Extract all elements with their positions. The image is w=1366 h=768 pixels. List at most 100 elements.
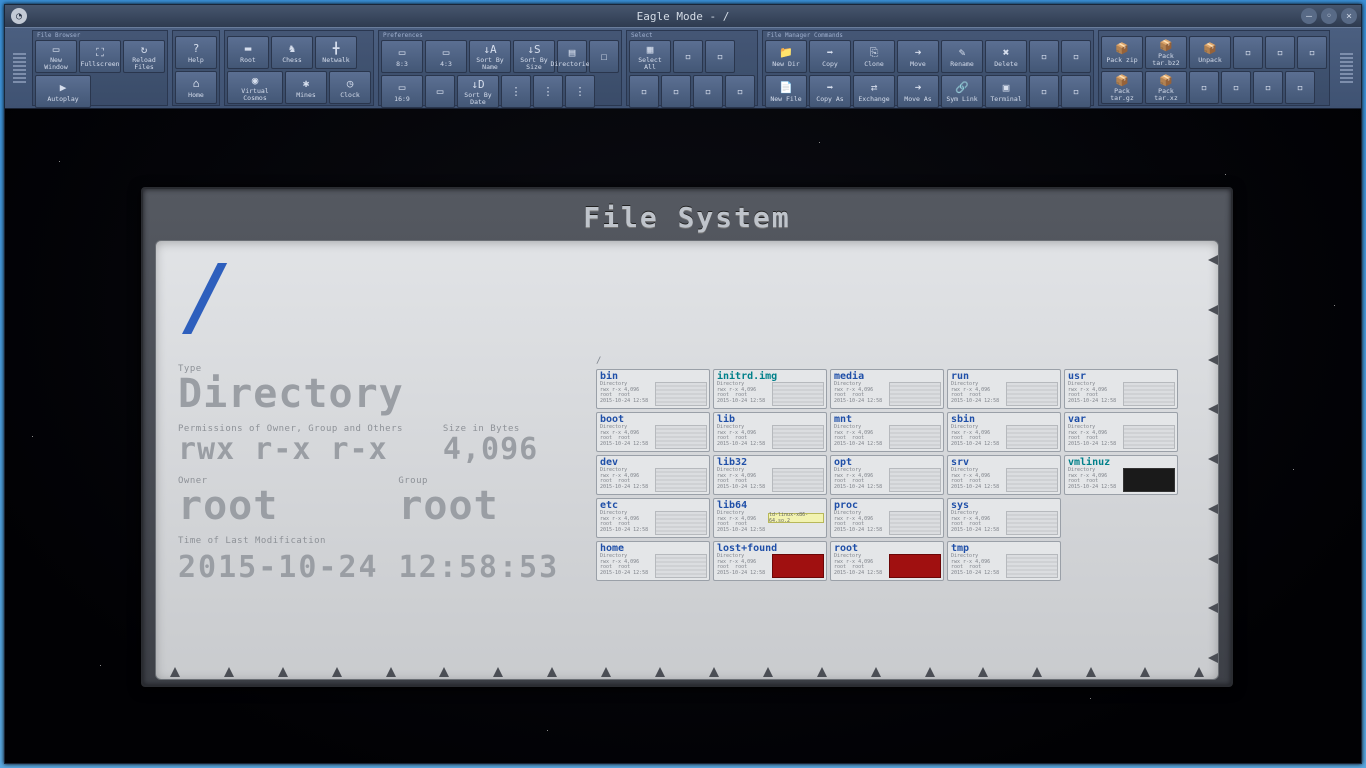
select-ext4-icon: ▫ <box>667 84 685 98</box>
sort-name-button[interactable]: ↓ASort By Name <box>469 40 511 73</box>
cursor-tick-icon <box>1032 240 1042 241</box>
type-value: Directory <box>178 374 573 414</box>
entry-usr[interactable]: usrDirectory rwx r-x 4,096 root root 201… <box>1064 369 1178 409</box>
pack-ext7[interactable]: ▫ <box>1285 71 1315 104</box>
fm-ext4[interactable]: ▫ <box>1061 75 1091 108</box>
entry-opt[interactable]: optDirectory rwx r-x 4,096 root root 201… <box>830 455 944 495</box>
entry-initrd-img[interactable]: initrd.imgDirectory rwx r-x 4,096 root r… <box>713 369 827 409</box>
mines-button[interactable]: ✱Mines <box>285 71 327 104</box>
maximize-button[interactable]: ◦ <box>1321 8 1337 24</box>
entry-sbin[interactable]: sbinDirectory rwx r-x 4,096 root root 20… <box>947 412 1061 452</box>
new-window-button[interactable]: ▭New Window <box>35 40 77 73</box>
entry-root[interactable]: rootDirectory rwx r-x 4,096 root root 20… <box>830 541 944 581</box>
autoplay-button[interactable]: ▶Autoplay <box>35 75 91 108</box>
pref-extra2-button[interactable]: ⋮ <box>533 75 563 108</box>
entry-dev[interactable]: devDirectory rwx r-x 4,096 root root 201… <box>596 455 710 495</box>
ratio-custom-button[interactable]: ▭ <box>425 75 455 108</box>
entry-thumbnail <box>1006 468 1058 492</box>
space-background[interactable]: File System / Type Directory Permissions… <box>5 109 1361 763</box>
toolbar-group: File Manager Commands📁New Dir➡Copy⎘Clone… <box>762 30 1094 106</box>
ratio-83-button[interactable]: ▭8:3 <box>381 40 423 73</box>
close-button[interactable]: × <box>1341 8 1357 24</box>
help-button[interactable]: ?Help <box>175 36 217 69</box>
entry-etc[interactable]: etcDirectory rwx r-x 4,096 root root 201… <box>596 498 710 538</box>
root-button[interactable]: ▬Root <box>227 36 269 69</box>
fullscreen-button[interactable]: ⛶Fullscreen <box>79 40 121 73</box>
select-ext1[interactable]: ▫ <box>673 40 703 73</box>
select-ext4[interactable]: ▫ <box>661 75 691 108</box>
exchange-button[interactable]: ⇄Exchange <box>853 75 895 108</box>
pref-toggle-button[interactable]: ☐ <box>589 40 619 73</box>
moveas-button[interactable]: ➜Move As <box>897 75 939 108</box>
netwalk-button[interactable]: ╋Netwalk <box>315 36 357 69</box>
select-ext3[interactable]: ▫ <box>629 75 659 108</box>
move-button[interactable]: ➜Move <box>897 40 939 73</box>
select-ext2[interactable]: ▫ <box>705 40 735 73</box>
unpack-button[interactable]: 📦Unpack <box>1189 36 1231 69</box>
entry-home[interactable]: homeDirectory rwx r-x 4,096 root root 20… <box>596 541 710 581</box>
copyas-button[interactable]: ➡Copy As <box>809 75 851 108</box>
entry-vmlinuz[interactable]: vmlinuzDirectory rwx r-x 4,096 root root… <box>1064 455 1178 495</box>
pack-ext1[interactable]: ▫ <box>1233 36 1263 69</box>
terminal-button[interactable]: ▣Terminal <box>985 75 1027 108</box>
pack-targz-button[interactable]: 📦Pack tar.gz <box>1101 71 1143 104</box>
newdir-button[interactable]: 📁New Dir <box>765 40 807 73</box>
entry-tmp[interactable]: tmpDirectory rwx r-x 4,096 root root 201… <box>947 541 1061 581</box>
clock-button[interactable]: ◷Clock <box>329 71 371 104</box>
entry-boot[interactable]: bootDirectory rwx r-x 4,096 root root 20… <box>596 412 710 452</box>
pref-extra3-button[interactable]: ⋮ <box>565 75 595 108</box>
entry-var[interactable]: varDirectory rwx r-x 4,096 root root 201… <box>1064 412 1178 452</box>
entry-bin[interactable]: binDirectory rwx r-x 4,096 root root 201… <box>596 369 710 409</box>
panel-inner[interactable]: / Type Directory Permissions of Owner, G… <box>155 240 1219 680</box>
sort-size-button-icon: ↓S <box>525 42 543 56</box>
home-button[interactable]: ⌂Home <box>175 71 217 104</box>
pack-zip-button[interactable]: 📦Pack zip <box>1101 36 1143 69</box>
entry-mnt[interactable]: mntDirectory rwx r-x 4,096 root root 201… <box>830 412 944 452</box>
moveas-button-icon: ➜ <box>909 81 927 95</box>
select-ext5[interactable]: ▫ <box>693 75 723 108</box>
filesystem-panel[interactable]: File System / Type Directory Permissions… <box>141 187 1233 687</box>
entry-lib32[interactable]: lib32Directory rwx r-x 4,096 root root 2… <box>713 455 827 495</box>
pack-ext2[interactable]: ▫ <box>1265 36 1295 69</box>
pack-ext5[interactable]: ▫ <box>1221 71 1251 104</box>
cursor-tick-icon <box>547 240 557 241</box>
entry-media[interactable]: mediaDirectory rwx r-x 4,096 root root 2… <box>830 369 944 409</box>
pack-tarxz-button[interactable]: 📦Pack tar.xz <box>1145 71 1187 104</box>
entry-run[interactable]: runDirectory rwx r-x 4,096 root root 201… <box>947 369 1061 409</box>
dirs-first-button[interactable]: ▤Directories <box>557 40 587 73</box>
pack-ext5-icon: ▫ <box>1227 80 1245 94</box>
fm-ext2[interactable]: ▫ <box>1061 40 1091 73</box>
entry-lib64[interactable]: lib64Directory rwx r-x 4,096 root root 2… <box>713 498 827 538</box>
pack-ext4[interactable]: ▫ <box>1189 71 1219 104</box>
clone-button[interactable]: ⎘Clone <box>853 40 895 73</box>
pref-extra1-button[interactable]: ⋮ <box>501 75 531 108</box>
pack-tarbz2-button[interactable]: 📦Pack tar.bz2 <box>1145 36 1187 69</box>
pref-extra2-button-icon: ⋮ <box>539 84 557 98</box>
fm-ext1[interactable]: ▫ <box>1029 40 1059 73</box>
entry-proc[interactable]: procDirectory rwx r-x 4,096 root root 20… <box>830 498 944 538</box>
pack-ext6[interactable]: ▫ <box>1253 71 1283 104</box>
fm-ext3[interactable]: ▫ <box>1029 75 1059 108</box>
entry-sys[interactable]: sysDirectory rwx r-x 4,096 root root 201… <box>947 498 1061 538</box>
entry-lib[interactable]: libDirectory rwx r-x 4,096 root root 201… <box>713 412 827 452</box>
entry-srv[interactable]: srvDirectory rwx r-x 4,096 root root 201… <box>947 455 1061 495</box>
sort-size-button[interactable]: ↓SSort By Size <box>513 40 555 73</box>
chess-button[interactable]: ♞Chess <box>271 36 313 69</box>
delete-button[interactable]: ✖Delete <box>985 40 1027 73</box>
entry-thumbnail <box>655 382 707 406</box>
rename-button[interactable]: ✎Rename <box>941 40 983 73</box>
newfile-button[interactable]: 📄New File <box>765 75 807 108</box>
entry-lost-found[interactable]: lost+foundDirectory rwx r-x 4,096 root r… <box>713 541 827 581</box>
vcosmos-button[interactable]: ◉Virtual Cosmos <box>227 71 283 104</box>
ratio-169-button[interactable]: ▭16:9 <box>381 75 423 108</box>
select-all-button[interactable]: ▦Select All <box>629 40 671 73</box>
reload-button[interactable]: ↻Reload Files <box>123 40 165 73</box>
symlink-button[interactable]: 🔗Sym Link <box>941 75 983 108</box>
copy-button[interactable]: ➡Copy <box>809 40 851 73</box>
ratio-43-button[interactable]: ▭4:3 <box>425 40 467 73</box>
window-title: Eagle Mode - / <box>637 10 730 23</box>
select-ext6[interactable]: ▫ <box>725 75 755 108</box>
sort-date-button[interactable]: ↓DSort By Date <box>457 75 499 108</box>
minimize-button[interactable]: – <box>1301 8 1317 24</box>
pack-ext3[interactable]: ▫ <box>1297 36 1327 69</box>
